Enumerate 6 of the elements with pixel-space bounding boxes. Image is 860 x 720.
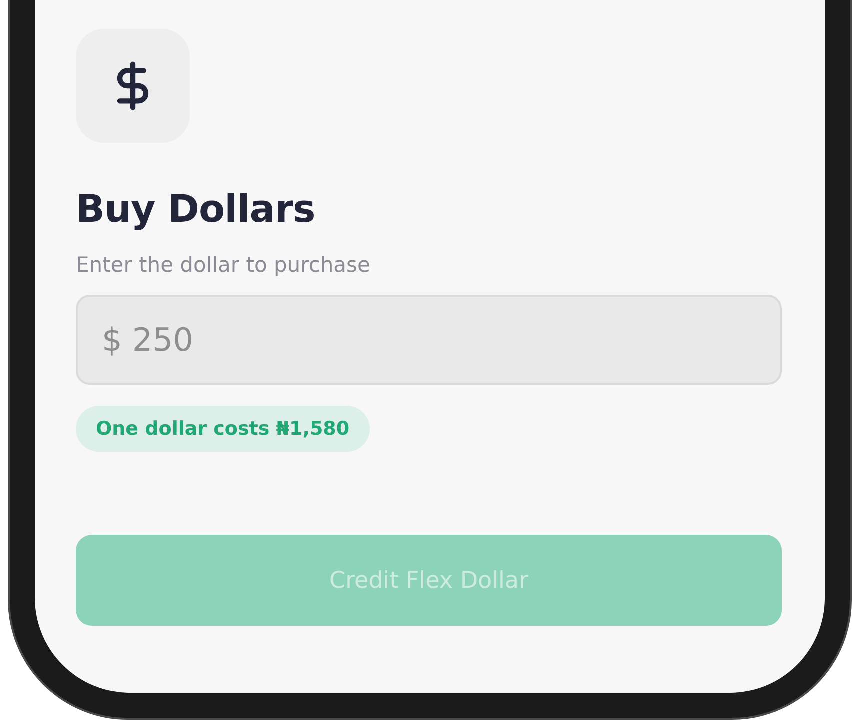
amount-field[interactable]: $ 250 bbox=[76, 295, 782, 385]
rate-note: One dollar costs ₦1,580 bbox=[76, 406, 370, 452]
amount-input[interactable]: 250 bbox=[130, 320, 756, 360]
currency-prefix: $ bbox=[102, 321, 122, 359]
page-title: Buy Dollars bbox=[76, 187, 316, 231]
subtitle: Enter the dollar to purchase bbox=[76, 253, 372, 277]
